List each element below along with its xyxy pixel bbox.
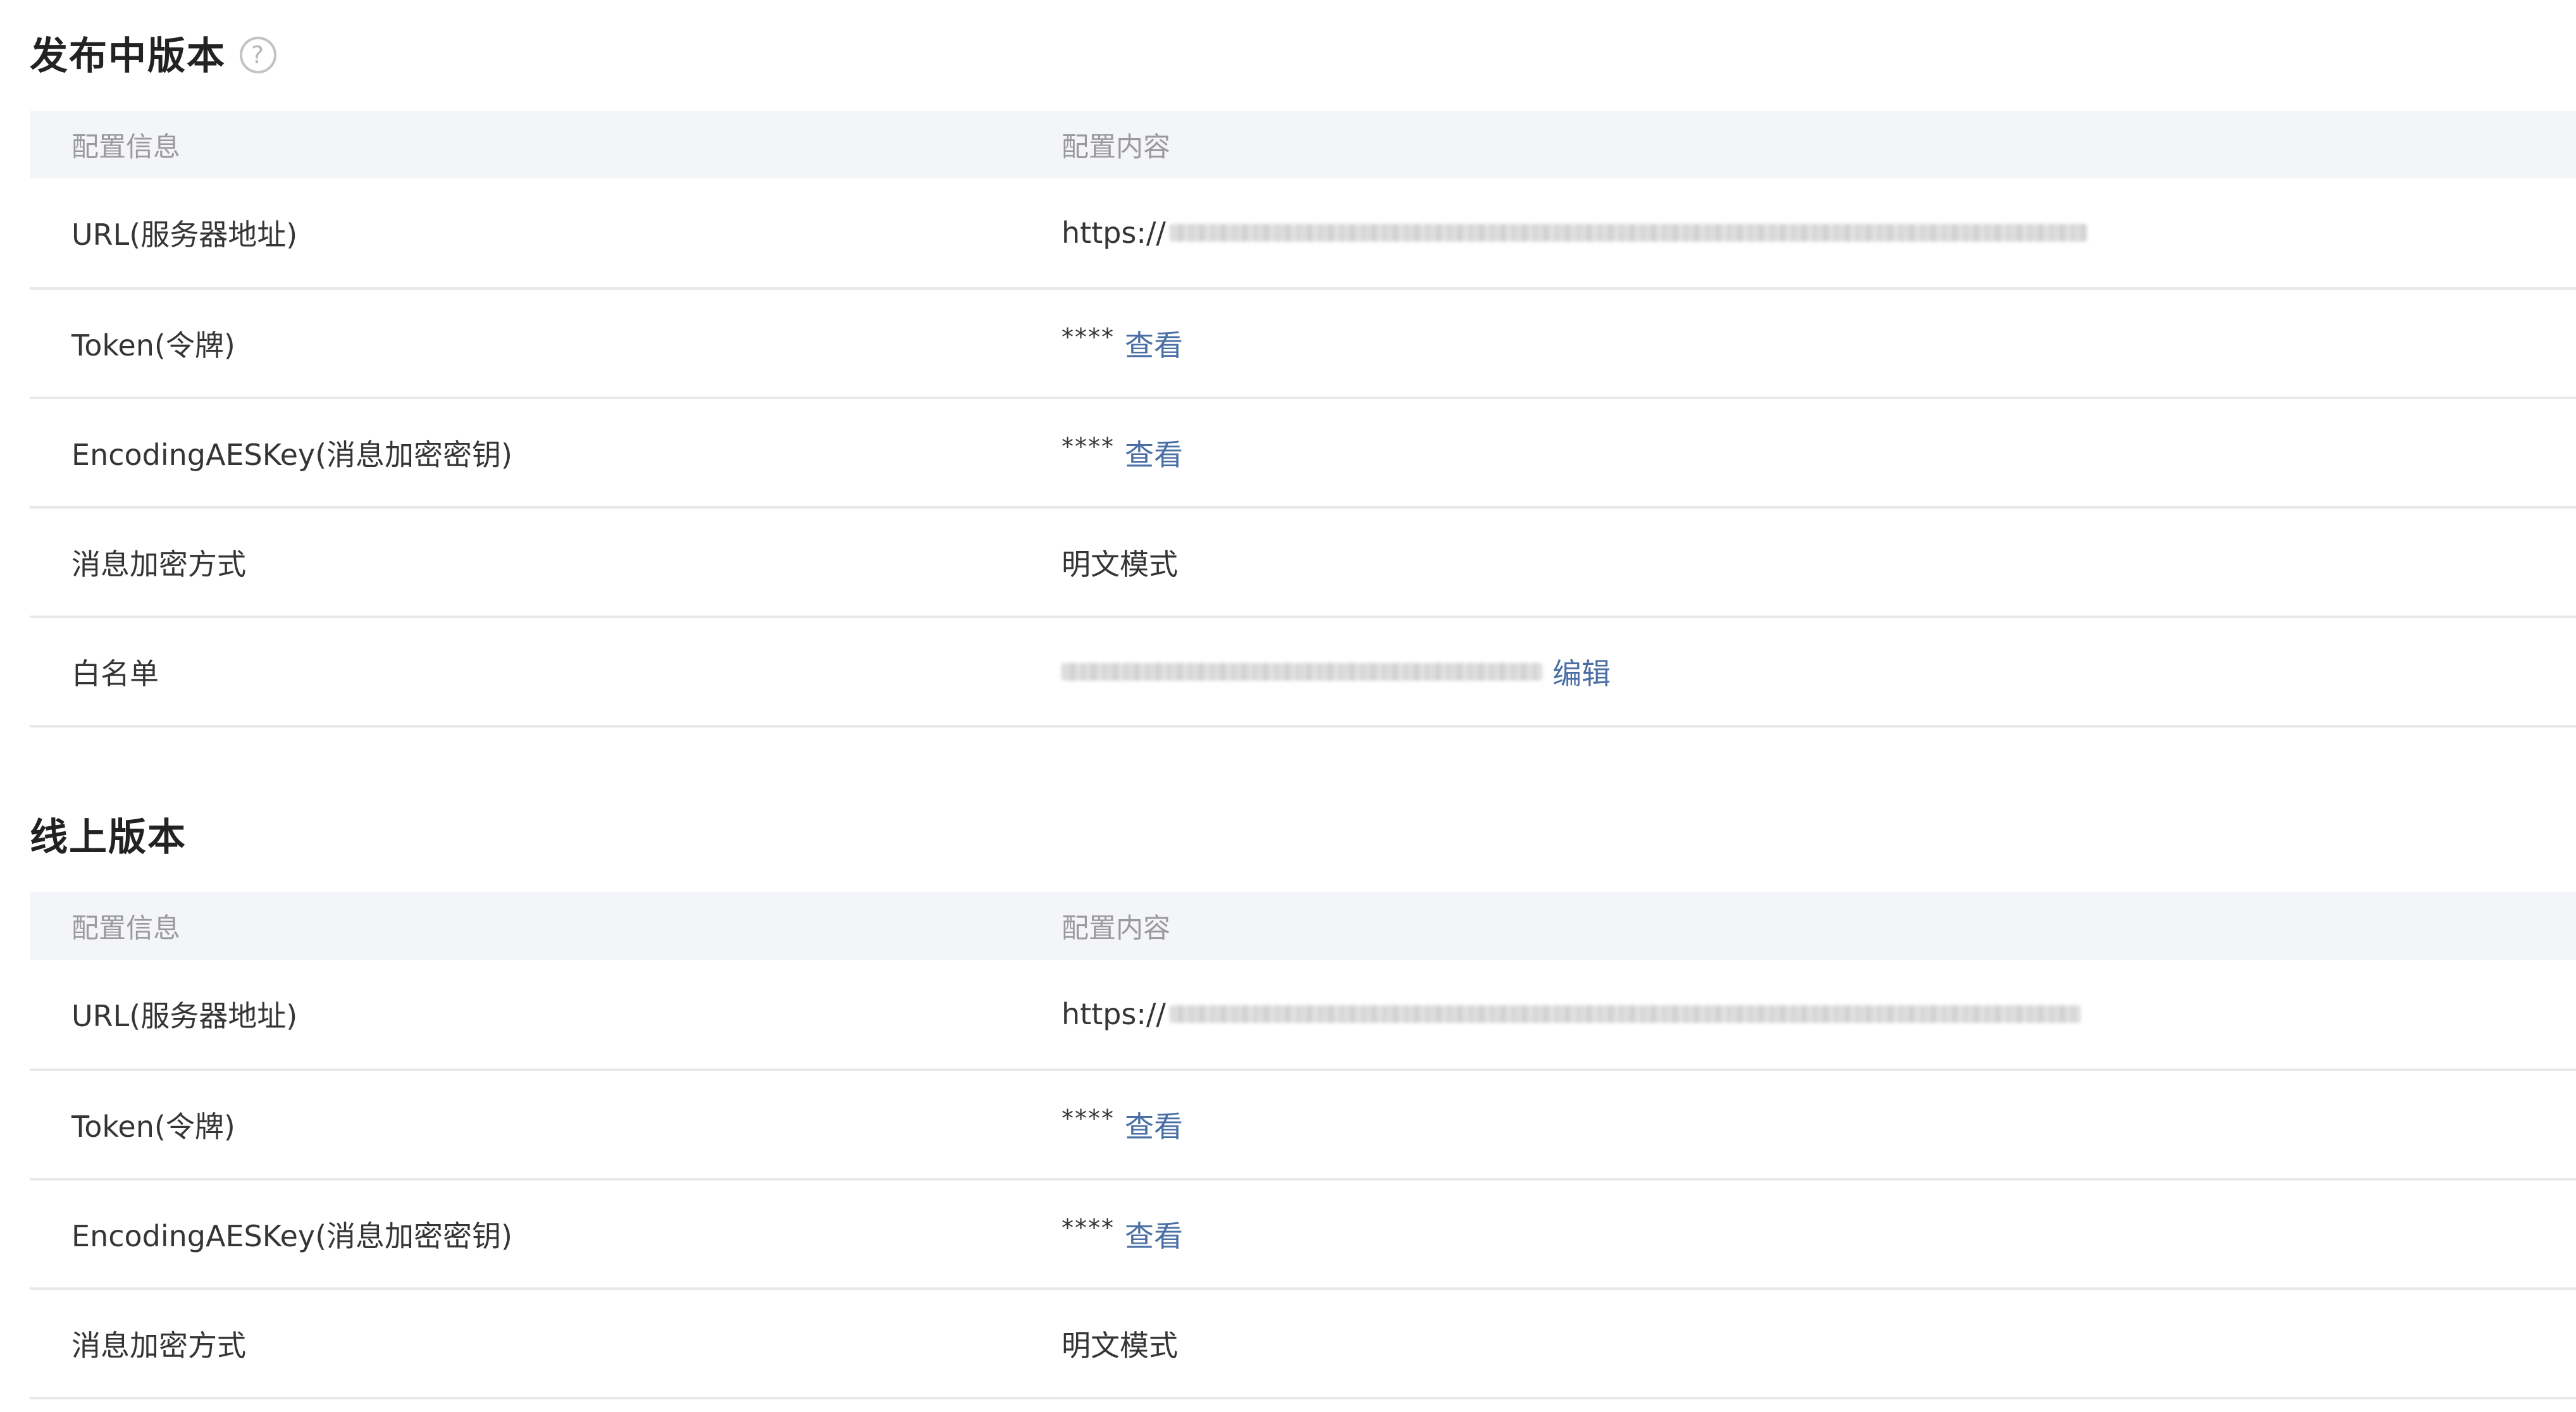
table-row-aeskey: EncodingAESKey(消息加密密钥) **** 查看 bbox=[30, 399, 2576, 509]
row-label: Token(令牌) bbox=[71, 328, 235, 362]
view-token-link[interactable]: 查看 bbox=[1125, 1104, 1183, 1146]
table-row-token: Token(令牌) **** 查看 bbox=[30, 290, 2576, 399]
publishing-version-section: 发布中版本 ? 配置信息 配置内容 URL(服务器地址) https:// To… bbox=[30, 18, 2576, 728]
redacted-whitelist bbox=[1062, 662, 1542, 681]
table-row-whitelist: 白名单 编辑 bbox=[30, 618, 2576, 728]
url-prefix: https:// bbox=[1062, 216, 1166, 250]
row-value: 编辑 bbox=[1062, 651, 2576, 693]
section-title: 发布中版本 ? bbox=[30, 18, 2576, 87]
row-label: 白名单 bbox=[71, 656, 159, 691]
row-value: 明文模式 bbox=[1062, 1328, 1178, 1363]
view-token-link[interactable]: 查看 bbox=[1125, 323, 1183, 364]
header-content: 配置内容 bbox=[1062, 131, 1170, 163]
redacted-url bbox=[1169, 224, 2087, 242]
table-row-token: Token(令牌) **** 查看 bbox=[30, 1071, 2576, 1180]
row-value: **** 查看 bbox=[1062, 323, 2576, 364]
view-aeskey-link[interactable]: 查看 bbox=[1125, 1213, 1183, 1255]
masked-value: **** bbox=[1062, 1213, 1115, 1242]
table-row-encryption-mode: 消息加密方式 明文模式 bbox=[30, 509, 2576, 618]
table-row-encryption-mode: 消息加密方式 明文模式 bbox=[30, 1290, 2576, 1399]
row-label: URL(服务器地址) bbox=[71, 218, 298, 252]
header-info: 配置信息 bbox=[71, 131, 180, 163]
row-value: https:// bbox=[1062, 216, 2576, 250]
redacted-url bbox=[1169, 1005, 2081, 1023]
section-title: 线上版本 bbox=[30, 799, 2576, 869]
header-info: 配置信息 bbox=[71, 912, 180, 944]
config-page: 发布中版本 ? 配置信息 配置内容 URL(服务器地址) https:// To… bbox=[0, 0, 2576, 1412]
masked-value: **** bbox=[1062, 323, 1115, 351]
table-header: 配置信息 配置内容 bbox=[30, 111, 2576, 178]
section-title-text: 线上版本 bbox=[30, 815, 187, 860]
row-label: 消息加密方式 bbox=[71, 1328, 246, 1363]
row-label: 消息加密方式 bbox=[71, 547, 246, 581]
row-label: EncodingAESKey(消息加密密钥) bbox=[71, 1218, 513, 1253]
row-value: **** 查看 bbox=[1062, 432, 2576, 474]
row-value: 明文模式 bbox=[1062, 547, 1178, 581]
view-aeskey-link[interactable]: 查看 bbox=[1125, 432, 1183, 474]
row-value: **** 查看 bbox=[1062, 1104, 2576, 1146]
row-value: https:// bbox=[1062, 997, 2576, 1031]
config-table: 配置信息 配置内容 URL(服务器地址) https:// Token(令牌) … bbox=[30, 111, 2576, 728]
table-header: 配置信息 配置内容 bbox=[30, 892, 2576, 960]
config-table: 配置信息 配置内容 URL(服务器地址) https:// Token(令牌) … bbox=[30, 892, 2576, 1399]
table-row-url: URL(服务器地址) https:// bbox=[30, 178, 2576, 290]
masked-value: **** bbox=[1062, 432, 1115, 461]
table-row-url: URL(服务器地址) https:// bbox=[30, 960, 2576, 1071]
header-content: 配置内容 bbox=[1062, 912, 1170, 944]
edit-whitelist-link[interactable]: 编辑 bbox=[1552, 651, 1611, 693]
online-version-section: 线上版本 配置信息 配置内容 URL(服务器地址) https:// Token… bbox=[30, 799, 2576, 1399]
row-label: URL(服务器地址) bbox=[71, 999, 298, 1033]
section-title-text: 发布中版本 bbox=[30, 34, 226, 78]
url-prefix: https:// bbox=[1062, 997, 1166, 1031]
row-value: **** 查看 bbox=[1062, 1213, 2576, 1255]
masked-value: **** bbox=[1062, 1104, 1115, 1132]
table-row-aeskey: EncodingAESKey(消息加密密钥) **** 查看 bbox=[30, 1180, 2576, 1290]
row-label: Token(令牌) bbox=[71, 1109, 235, 1144]
row-label: EncodingAESKey(消息加密密钥) bbox=[71, 437, 513, 472]
question-circle-icon[interactable]: ? bbox=[240, 37, 276, 73]
